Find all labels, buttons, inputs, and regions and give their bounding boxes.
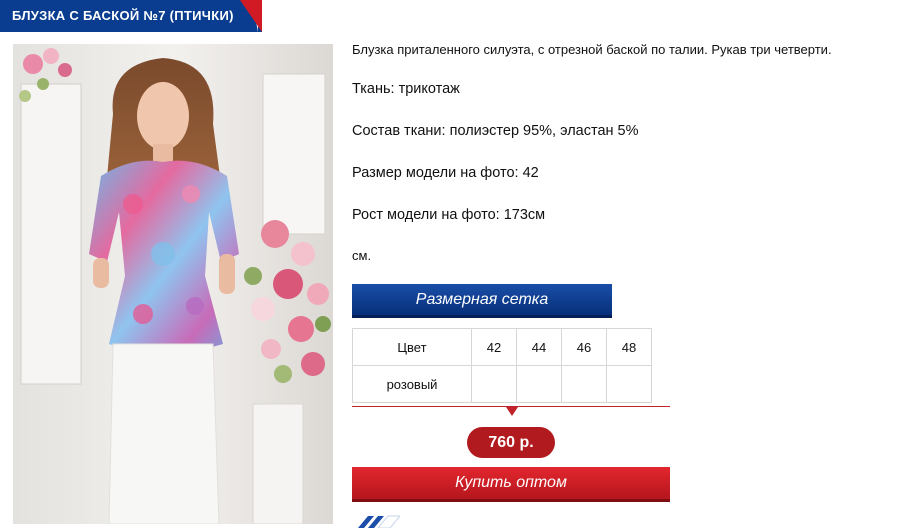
size-header-44: 44 <box>516 328 562 366</box>
table-row: розовый <box>352 365 652 403</box>
product-fabric: Ткань: трикотаж <box>352 81 460 97</box>
product-title: БЛУЗКА С БАСКОЙ №7 (ПТИЧКИ) <box>12 8 234 23</box>
size-header-48: 48 <box>606 328 652 366</box>
size-header-46: 46 <box>561 328 607 366</box>
quantity-cell-46[interactable] <box>561 365 607 403</box>
sizes-table-header-row: Цвет 42 44 46 48 <box>352 328 652 366</box>
color-name: розовый <box>352 365 472 403</box>
price-badge: 760 р. <box>467 427 555 458</box>
model-size: Размер модели на фото: 42 <box>352 165 539 181</box>
product-title-tab: БЛУЗКА С БАСКОЙ №7 (ПТИЧКИ) <box>0 0 262 32</box>
size-header-42: 42 <box>471 328 517 366</box>
product-photo-illustration <box>13 44 333 524</box>
quantity-cell-42[interactable] <box>471 365 517 403</box>
quantity-cell-44[interactable] <box>516 365 562 403</box>
sizes-table: Цвет 42 44 46 48 розовый <box>352 328 652 403</box>
model-height: Рост модели на фото: 173см <box>352 207 546 223</box>
product-photo[interactable] <box>13 44 333 524</box>
quantity-cell-48[interactable] <box>606 365 652 403</box>
title-tab-red-corner <box>240 0 262 32</box>
size-chart-button[interactable]: Размерная сетка <box>352 284 612 318</box>
brand-logo-icon <box>358 515 400 528</box>
color-header: Цвет <box>352 328 472 366</box>
product-description: Блузка приталенного силуэта, с отрезной … <box>352 42 832 57</box>
buy-wholesale-button[interactable]: Купить оптом <box>352 467 670 502</box>
product-composition: Состав ткани: полиэстер 95%, эластан 5% <box>352 123 639 139</box>
unit-note: см. <box>352 248 372 263</box>
price-pointer-icon <box>506 407 518 416</box>
